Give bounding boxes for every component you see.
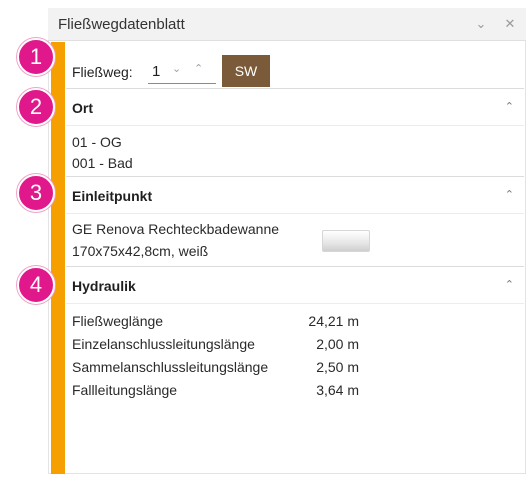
section-header-ort[interactable]: Ort ⌃ bbox=[66, 88, 524, 126]
hydraulik-value: 24,21 m bbox=[308, 313, 359, 329]
hydraulik-value: 2,50 m bbox=[316, 359, 359, 375]
chevron-down-icon[interactable]: ⌄ bbox=[471, 14, 491, 34]
step-marker-4: 4 bbox=[17, 266, 55, 304]
hydraulik-label: Fließweglänge bbox=[72, 313, 164, 329]
chevron-up-icon[interactable]: ⌃ bbox=[505, 188, 514, 201]
sw-button[interactable]: SW bbox=[222, 55, 270, 87]
hydraulik-label: Fallleitungslänge bbox=[72, 382, 178, 398]
einleitpunkt-dimensions: 170x75x42,8cm, weiß bbox=[72, 243, 209, 259]
ort-room: 001 - Bad bbox=[72, 155, 133, 171]
close-icon[interactable]: ✕ bbox=[500, 14, 520, 34]
flow-path-label: Fließweg: bbox=[72, 64, 133, 80]
step-marker-1: 1 bbox=[17, 38, 55, 76]
hydraulik-value: 3,64 m bbox=[316, 382, 359, 398]
hydraulik-label: Sammelanschlussleitungslänge bbox=[72, 359, 269, 375]
section-header-einleitpunkt[interactable]: Einleitpunkt ⌃ bbox=[66, 176, 524, 214]
section-title-ort: Ort bbox=[72, 100, 93, 116]
section-title-hydraulik: Hydraulik bbox=[72, 278, 136, 294]
hydraulik-label: Einzelanschlussleitungslänge bbox=[72, 336, 255, 352]
ort-floor: 01 - OG bbox=[72, 134, 122, 150]
bathtub-thumbnail bbox=[322, 230, 370, 252]
chevron-up-icon[interactable]: ⌃ bbox=[505, 278, 514, 291]
panel-titlebar: Fließwegdatenblatt ⌄ ✕ bbox=[48, 8, 526, 41]
flow-path-row: Fließweg: 1 ⌄ ⌃ SW bbox=[66, 50, 524, 87]
step-marker-2: 2 bbox=[17, 88, 55, 126]
flow-path-value[interactable]: 1 bbox=[152, 63, 160, 80]
chevron-up-icon[interactable]: ⌃ bbox=[194, 62, 203, 75]
panel-title: Fließwegdatenblatt bbox=[58, 16, 185, 33]
chevron-down-icon[interactable]: ⌄ bbox=[172, 62, 181, 75]
step-marker-3: 3 bbox=[17, 174, 55, 212]
section-header-hydraulik[interactable]: Hydraulik ⌃ bbox=[66, 266, 524, 304]
einleitpunkt-product: GE Renova Rechteckbadewanne bbox=[72, 221, 280, 237]
section-title-einleitpunkt: Einleitpunkt bbox=[72, 188, 153, 204]
flow-path-stepper[interactable]: 1 ⌄ ⌃ bbox=[148, 60, 216, 84]
hydraulik-value: 2,00 m bbox=[316, 336, 359, 352]
chevron-up-icon[interactable]: ⌃ bbox=[505, 100, 514, 113]
